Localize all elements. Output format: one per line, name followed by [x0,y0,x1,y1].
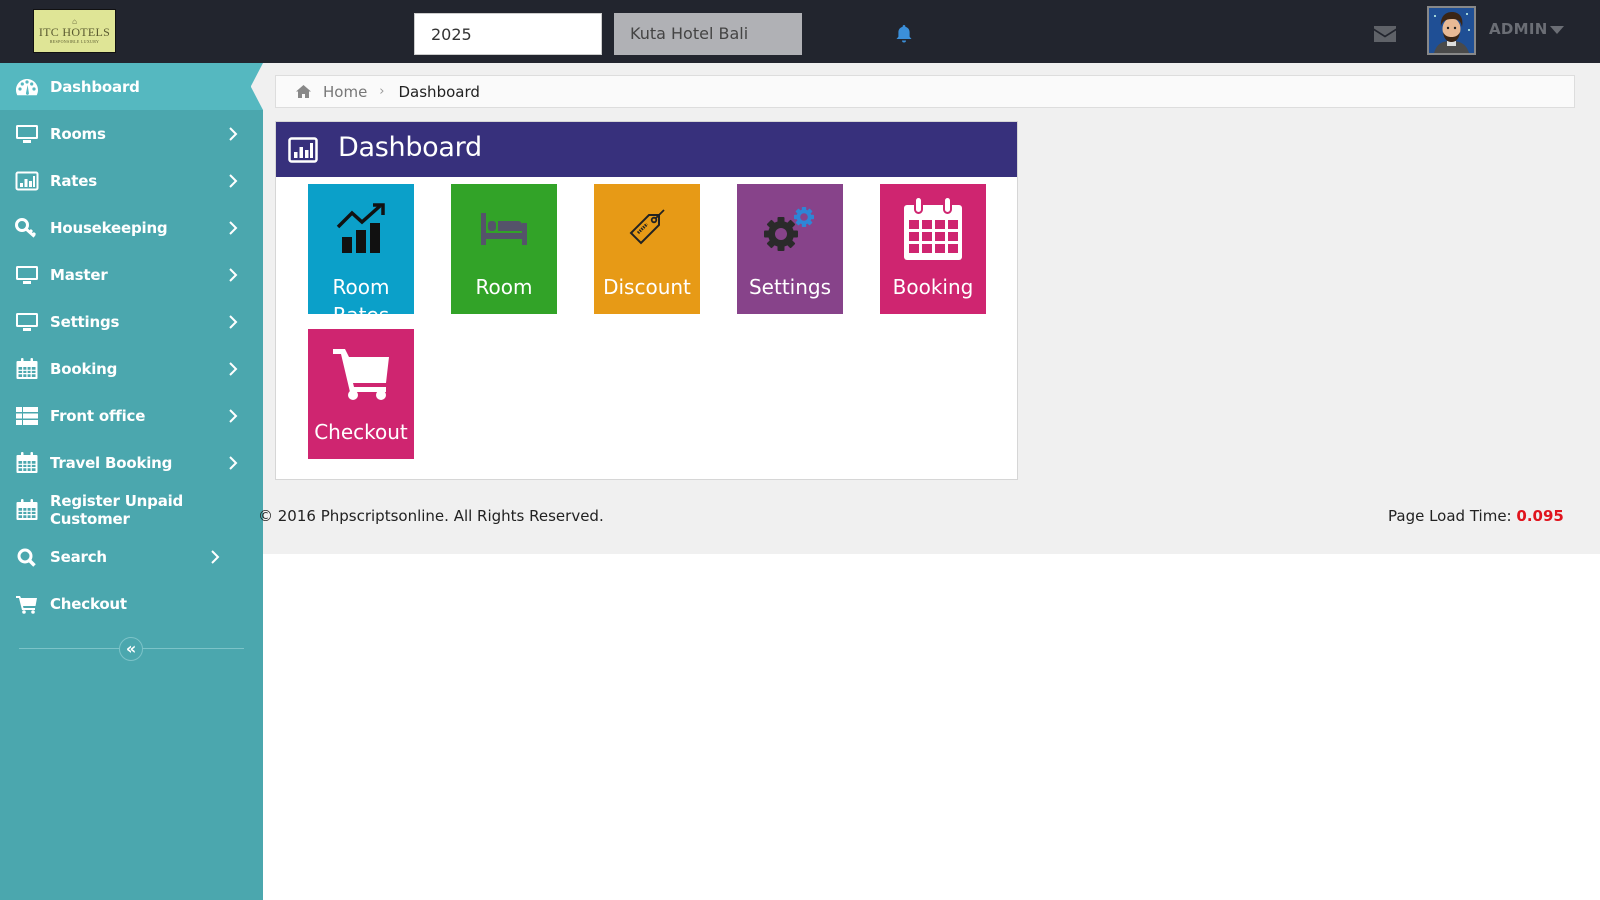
top-navbar: ⌂ ITC HOTELS RESPONSIBLE LUXURY Kuta Hot… [0,0,1600,63]
page-title: Dashboard [338,132,482,163]
tile-label: Checkout [314,420,408,444]
sidebar-item-label: Master [50,265,108,284]
page-load-time: Page Load Time: 0.095 [1388,507,1564,525]
hotel-select[interactable]: Kuta Hotel Bali [614,13,802,55]
sidebar-item-dashboard[interactable]: Dashboard [0,63,263,110]
cart-icon [16,595,37,614]
sidebar-item-label: Register Unpaid Customer [50,491,184,528]
desktop-icon [16,265,38,284]
cart-icon [333,349,389,400]
sidebar-item-label: Dashboard [50,77,140,96]
calendar-icon [16,451,38,473]
sidebar-item-rooms[interactable]: Rooms [0,110,263,157]
tile-checkout[interactable]: Checkout [308,329,414,459]
user-name[interactable]: ADMIN [1489,20,1548,38]
chevron-right-icon [229,126,238,141]
sidebar-item-label: Front office [50,406,146,425]
sidebar-item-rates[interactable]: Rates [0,157,263,204]
tile-label: Settings [748,275,832,299]
chevron-right-icon [229,361,238,376]
bar-chart-icon [288,137,318,163]
tile-label: Room [475,275,533,299]
home-icon [296,85,311,98]
sidebar-item-housekeeping[interactable]: Housekeeping [0,204,263,251]
tile-booking[interactable]: Booking [880,184,986,314]
tile-settings[interactable]: Settings [737,184,843,314]
chevron-right-icon [211,549,220,564]
year-input[interactable] [414,13,602,55]
chevron-right-icon [229,455,238,470]
calendar-icon [904,197,962,260]
sidebar: Dashboard Rooms Rates Housekeeping Maste… [0,63,263,900]
sidebar-item-label: Rates [50,171,97,190]
logo-name: ITC HOTELS [38,25,111,39]
gears-icon [764,207,814,251]
list-icon [16,406,38,425]
panel-header: Dashboard [276,122,1017,177]
sidebar-item-label: Checkout [50,594,127,613]
chevron-right-icon [229,314,238,329]
sidebar-item-checkout[interactable]: Checkout [0,580,263,627]
desktop-icon [16,124,38,143]
tile-room-rates[interactable]: Room Rates [308,184,414,314]
chevron-right-icon [229,220,238,235]
copyright-text: © 2016 Phpscriptsonline. All Rights Rese… [258,507,604,525]
tile-room[interactable]: Room [451,184,557,314]
user-avatar[interactable] [1427,6,1476,55]
sidebar-item-search[interactable]: Search [0,533,263,580]
breadcrumb-separator: › [379,84,385,99]
bell-icon[interactable] [895,24,913,44]
calendar-icon [16,498,38,520]
chevron-right-icon [229,173,238,188]
sidebar-item-booking[interactable]: Booking [0,345,263,392]
sidebar-item-travel-booking[interactable]: Travel Booking [0,439,263,486]
sidebar-item-label: Travel Booking [50,453,173,472]
search-icon [17,548,36,567]
sidebar-item-settings[interactable]: Settings [0,298,263,345]
tile-label: Booking [892,275,974,299]
bar-chart-icon [15,171,39,190]
sidebar-item-label: Rooms [50,124,106,143]
envelope-icon[interactable] [1373,25,1397,43]
chevron-right-icon [229,408,238,423]
tile-label: Room Rates [332,275,390,314]
trend-chart-icon [336,203,385,253]
avatar-image [1429,8,1474,53]
sidebar-item-label: Settings [50,312,120,331]
tile-discount[interactable]: Discount [594,184,700,314]
key-icon [15,217,37,238]
sidebar-item-label: Search [50,547,107,566]
sidebar-item-label: Housekeeping [50,218,168,237]
page-load-time-value: 0.095 [1516,507,1564,525]
logo-tagline: RESPONSIBLE LUXURY [49,39,100,44]
sidebar-item-register-unpaid-customer[interactable]: Register Unpaid Customer [0,486,263,533]
sidebar-item-label: Booking [50,359,118,378]
breadcrumb-home-link[interactable]: Home [323,83,367,101]
sidebar-item-master[interactable]: Master [0,251,263,298]
chevron-right-icon [229,267,238,282]
sidebar-collapse-button[interactable]: « [119,637,143,661]
dashboard-panel: Dashboard Room Rates Room Discount Setti… [275,121,1018,480]
tile-label: Discount [603,275,691,299]
hotel-logo[interactable]: ⌂ ITC HOTELS RESPONSIBLE LUXURY [33,9,116,53]
bed-icon [481,213,527,245]
sidebar-item-front-office[interactable]: Front office [0,392,263,439]
dashboard-icon [16,78,38,95]
breadcrumb: Home › Dashboard [275,75,1575,108]
desktop-icon [16,312,38,331]
breadcrumb-current: Dashboard [398,82,480,101]
page-load-time-label: Page Load Time: [1388,507,1512,525]
active-indicator [251,63,263,110]
tag-icon [629,209,665,245]
calendar-icon [16,357,38,379]
caret-down-icon[interactable] [1550,26,1564,34]
